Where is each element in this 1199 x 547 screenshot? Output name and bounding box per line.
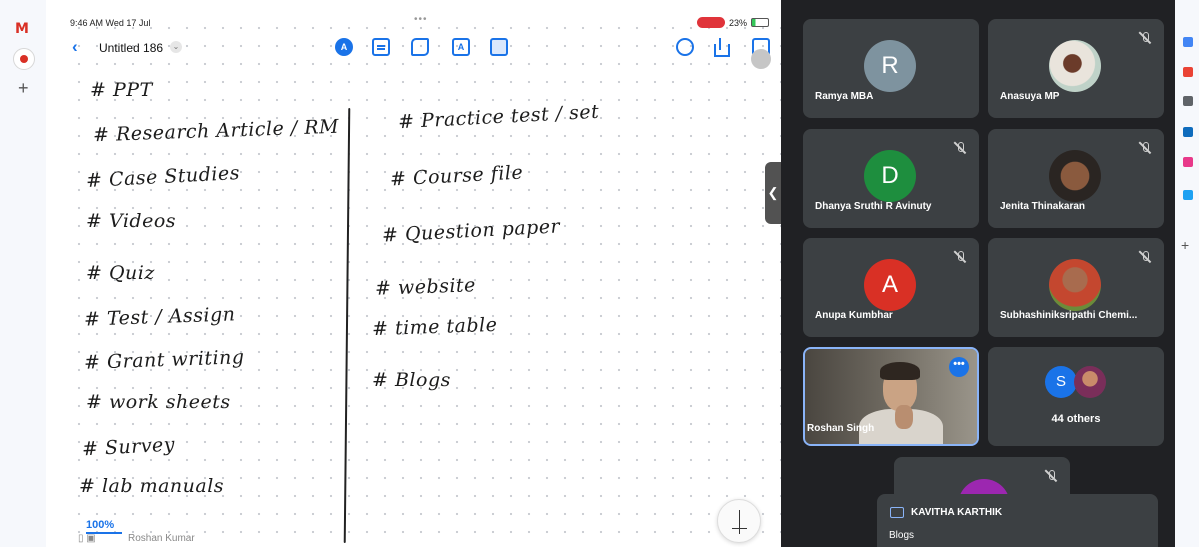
navigator-icon[interactable] (717, 499, 761, 543)
participant-grid: R Ramya MBA Anasuya MP D Dhanya Sruthi R… (781, 0, 1175, 547)
participant-name: Roshan Singh (807, 423, 875, 434)
zoom-level[interactable]: 100% (86, 519, 114, 531)
chat-sender: KAVITHA KARTHIK (911, 507, 1003, 518)
send-icon[interactable] (1183, 190, 1193, 200)
avatar (1049, 150, 1101, 202)
handwriting-item: # Quiz (86, 262, 155, 284)
participant-name: Dhanya Sruthi R Avinuty (815, 201, 932, 212)
self-video-hair (880, 362, 920, 380)
chat-notification[interactable]: KAVITHA KARTHIK Blogs (877, 494, 1158, 547)
notes-toolbar: ‹ Untitled 186 ⌄ A A (64, 35, 781, 69)
page-icons: ▯ ▣ (78, 533, 96, 544)
handwriting-item: # website (374, 274, 477, 300)
status-indicators: 23% (696, 17, 769, 28)
multitask-dots: ••• (414, 14, 428, 25)
add-icon[interactable]: + (18, 78, 29, 99)
handwriting-item: # Practice test / set (397, 100, 600, 134)
handwriting-item: # Research Article / RM (92, 115, 340, 147)
handwriting-item: # Case Studies (85, 161, 241, 193)
notes-icon[interactable] (372, 38, 390, 56)
participant-name: Anupa Kumbhar (815, 310, 893, 321)
contacts-icon[interactable] (1183, 96, 1193, 106)
media-icon[interactable] (490, 38, 508, 56)
avatar (1074, 366, 1106, 398)
handwriting-item: # Grant writing (83, 346, 245, 374)
undo-icon[interactable] (676, 38, 694, 56)
markup-pen-icon[interactable]: A (335, 38, 353, 56)
handwriting-item: # Test / Assign (83, 303, 236, 331)
handwriting-item: # work sheets (86, 391, 231, 413)
participant-tile[interactable]: D Dhanya Sruthi R Avinuty (803, 129, 979, 228)
app-icon[interactable] (1183, 157, 1193, 167)
avatar[interactable] (751, 49, 771, 69)
handwriting-item: # PPT (90, 79, 153, 101)
mic-off-icon (1139, 142, 1151, 154)
status-bar: 9:46 AM Wed 17 Jul ••• 23% (64, 13, 781, 31)
recording-pill-icon (696, 17, 725, 28)
participant-tile[interactable]: Anasuya MP (988, 19, 1164, 118)
avatar (1049, 40, 1101, 92)
handwriting-item: # time table (371, 313, 498, 341)
avatar: A (864, 259, 916, 311)
share-icon[interactable] (712, 38, 730, 57)
handwriting-item: # Question paper (381, 215, 561, 247)
divider (343, 108, 351, 543)
shapes-icon[interactable] (411, 38, 429, 56)
self-video-hand (895, 405, 913, 429)
avatar: D (864, 150, 916, 202)
mic-off-icon (954, 251, 966, 263)
others-count: 44 others (1051, 413, 1101, 425)
participant-tile[interactable]: R Ramya MBA (803, 19, 979, 118)
participant-name: Anasuya MP (1000, 91, 1060, 102)
back-icon[interactable]: ‹ (72, 37, 78, 57)
chat-icon (890, 507, 904, 518)
doc-title[interactable]: Untitled 186 (99, 41, 163, 55)
handwriting-item: # Survey (81, 433, 176, 461)
add-icon[interactable]: + (1181, 237, 1189, 253)
gmail-icon[interactable]: M (15, 21, 29, 37)
avatar: R (864, 40, 916, 92)
others-tile[interactable]: S 44 others (988, 347, 1164, 446)
collapse-panel-icon[interactable]: ❮ (765, 162, 781, 224)
battery-percent: 23% (728, 17, 747, 28)
mic-off-icon (1139, 32, 1151, 44)
participant-tile[interactable]: Subhashiniksripathi Chemi... (988, 238, 1164, 337)
participant-tile[interactable]: Jenita Thinakaran (988, 129, 1164, 228)
self-video-tile[interactable]: ••• Roshan Singh (803, 347, 979, 446)
mic-off-icon (1139, 251, 1151, 263)
handwriting-item: # Videos (86, 210, 177, 232)
more-options-icon[interactable]: ••• (949, 357, 969, 377)
mic-off-icon (1045, 470, 1057, 482)
mic-off-icon (954, 142, 966, 154)
battery-icon (751, 18, 769, 27)
avatar (1049, 259, 1101, 311)
chat-message: Blogs (889, 530, 915, 541)
handwriting-item: # Blogs (372, 369, 451, 391)
briefcase-icon[interactable] (1183, 67, 1193, 77)
tag-icon[interactable] (1183, 37, 1193, 47)
handwriting-item: # lab manuals (79, 475, 225, 497)
participant-name: Jenita Thinakaran (1000, 201, 1086, 212)
left-rail: M + (0, 0, 46, 547)
status-time: 9:46 AM Wed 17 Jul (70, 18, 151, 28)
participant-name: Subhashiniksripathi Chemi... (1000, 310, 1138, 321)
outlook-icon[interactable] (1183, 127, 1193, 137)
shared-screen: 9:46 AM Wed 17 Jul ••• 23% ‹ Untitled 18… (64, 13, 781, 547)
participant-tile[interactable]: A Anupa Kumbhar (803, 238, 979, 337)
record-icon[interactable] (13, 48, 35, 70)
handwriting-item: # Course file (389, 161, 524, 191)
participant-name: Ramya MBA (815, 91, 874, 102)
presenter-name-watermark: Roshan Kumar (128, 533, 195, 544)
text-box-icon[interactable]: A (452, 38, 470, 56)
right-rail: + (1175, 0, 1199, 547)
chevron-down-icon[interactable]: ⌄ (170, 41, 182, 53)
avatar: S (1045, 366, 1077, 398)
